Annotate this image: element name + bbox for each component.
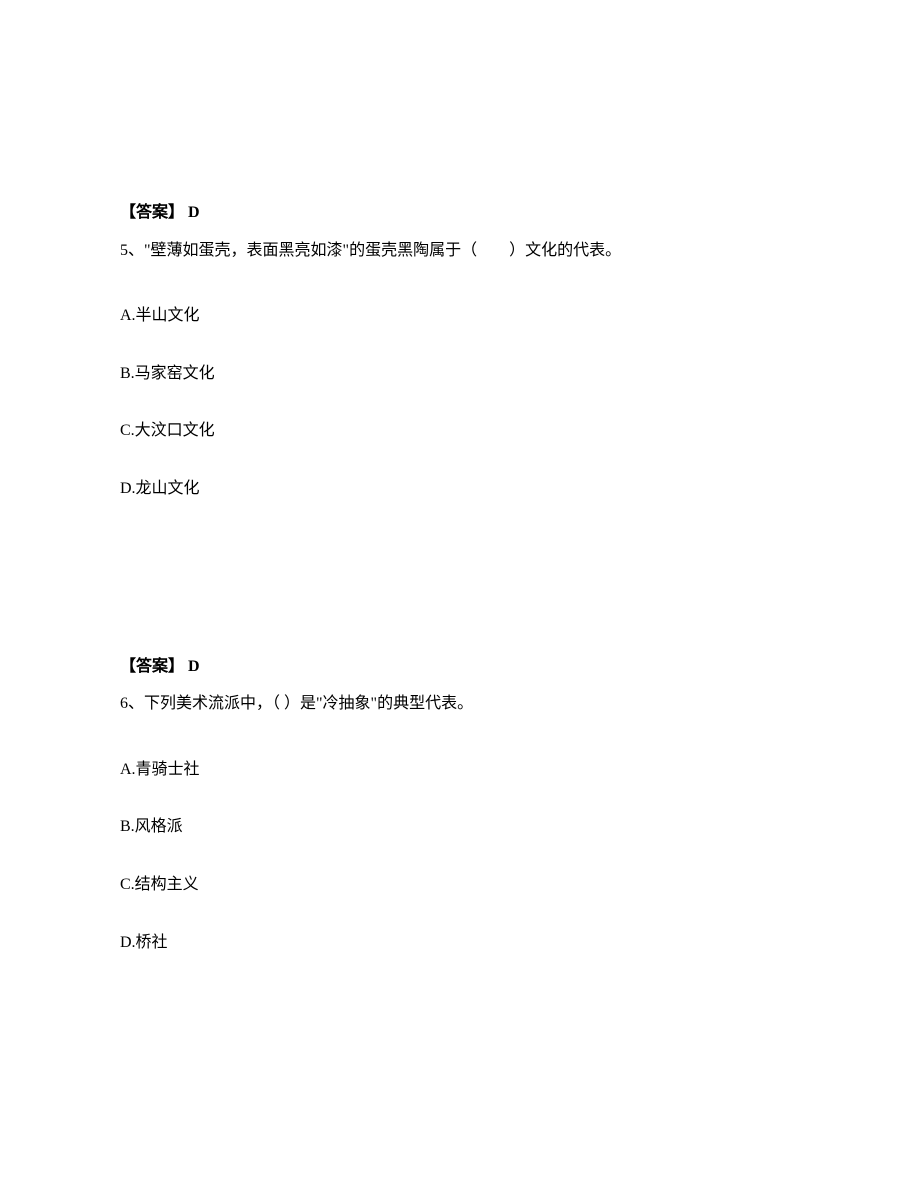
question-5-option-b: B.马家窑文化	[120, 361, 800, 387]
question-6-option-a: A.青骑士社	[120, 757, 800, 783]
question-5-text: 5、"壁薄如蛋壳，表面黑亮如漆"的蛋壳黑陶属于（ ）文化的代表。	[120, 238, 800, 264]
question-6-option-b: B.风格派	[120, 814, 800, 840]
question-5-option-c: C.大汶口文化	[120, 418, 800, 444]
answer-label-2: 【答案】 D	[120, 654, 800, 680]
question-5-option-d: D.龙山文化	[120, 476, 800, 502]
answer-label-1: 【答案】 D	[120, 200, 800, 226]
question-5-option-a: A.半山文化	[120, 303, 800, 329]
question-6-text: 6、下列美术流派中，（ ）是"冷抽象"的典型代表。	[120, 691, 800, 717]
question-6-option-c: C.结构主义	[120, 872, 800, 898]
spacer	[120, 534, 800, 654]
question-6-option-d: D.桥社	[120, 930, 800, 956]
